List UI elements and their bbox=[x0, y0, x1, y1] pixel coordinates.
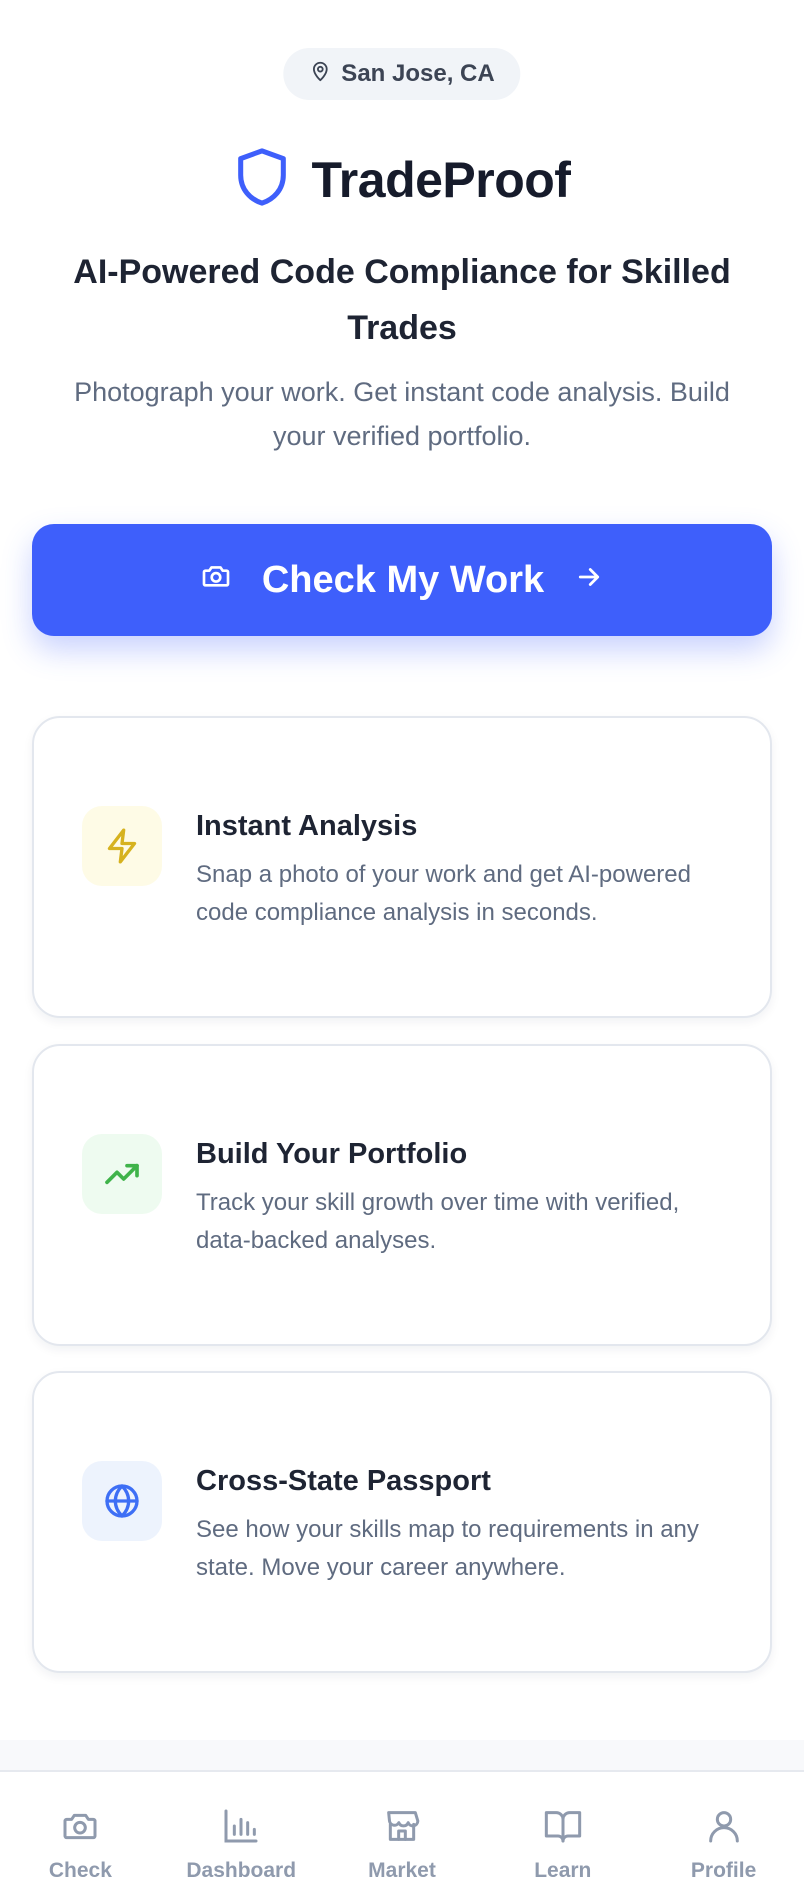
feature-card-cross-state-passport[interactable]: Cross-State Passport See how your skills… bbox=[32, 1371, 772, 1673]
tab-check[interactable]: Check bbox=[0, 1772, 161, 1900]
bottom-tab-bar: Check Dashboard Market Learn Profile bbox=[0, 1770, 804, 1900]
feature-description: Snap a photo of your work and get AI-pow… bbox=[196, 861, 691, 926]
camera-icon bbox=[200, 559, 232, 602]
feature-description: See how your skills map to requirements … bbox=[196, 1516, 699, 1581]
tab-dashboard[interactable]: Dashboard bbox=[161, 1772, 322, 1900]
camera-icon bbox=[60, 1806, 100, 1851]
brand-name: TradeProof bbox=[311, 151, 571, 208]
brand-header: TradeProof bbox=[0, 146, 804, 213]
check-my-work-button[interactable]: Check My Work bbox=[32, 524, 772, 636]
feature-description: Track your skill growth over time with v… bbox=[196, 1189, 680, 1254]
feature-title: Build Your Portfolio bbox=[196, 1138, 468, 1170]
location-label: San Jose, CA bbox=[341, 60, 495, 87]
hero-subheadline: Photograph your work. Get instant code a… bbox=[74, 377, 730, 451]
tab-label: Dashboard bbox=[186, 1859, 297, 1882]
tab-label: Market bbox=[368, 1859, 436, 1882]
tab-market[interactable]: Market bbox=[322, 1772, 483, 1900]
tab-label: Learn bbox=[534, 1859, 592, 1882]
tab-profile[interactable]: Profile bbox=[643, 1772, 804, 1900]
hero-headline: AI-Powered Code Compliance for Skilled T… bbox=[73, 253, 731, 347]
book-open-icon bbox=[543, 1806, 583, 1851]
tab-label: Check bbox=[48, 1859, 112, 1882]
storefront-icon bbox=[382, 1806, 422, 1851]
cta-label: Check My Work bbox=[261, 558, 545, 601]
location-pill[interactable]: San Jose, CA bbox=[283, 48, 521, 100]
tab-label: Profile bbox=[690, 1859, 757, 1882]
arrow-right-icon bbox=[574, 559, 604, 602]
bar-chart-icon bbox=[221, 1806, 261, 1851]
tab-learn[interactable]: Learn bbox=[482, 1772, 643, 1900]
feature-card-build-portfolio[interactable]: Build Your Portfolio Track your skill gr… bbox=[32, 1044, 772, 1346]
globe-icon bbox=[82, 1461, 162, 1541]
content-bottom-edge bbox=[0, 1740, 804, 1772]
feature-title: Cross-State Passport bbox=[196, 1465, 491, 1497]
shield-icon bbox=[234, 146, 290, 213]
trending-up-icon bbox=[82, 1134, 162, 1214]
lightning-icon bbox=[82, 806, 162, 886]
feature-title: Instant Analysis bbox=[196, 810, 418, 842]
map-pin-icon bbox=[309, 60, 331, 89]
user-icon bbox=[704, 1806, 744, 1851]
home-screen: San Jose, CA TradeProof AI-Powered Code … bbox=[0, 0, 804, 1900]
feature-card-instant-analysis[interactable]: Instant Analysis Snap a photo of your wo… bbox=[32, 716, 772, 1018]
